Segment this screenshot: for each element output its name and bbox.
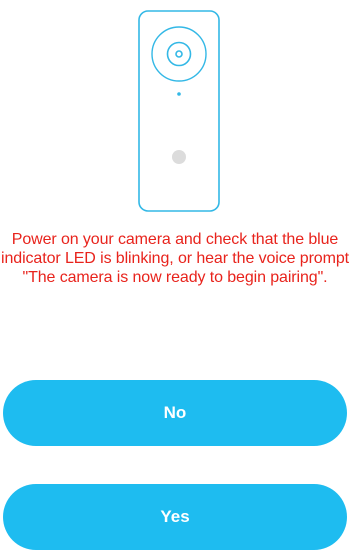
camera-button-dot [172,150,186,164]
indicator-led-dot [177,92,181,96]
camera-lens-center [175,50,183,58]
pairing-instruction-text: Power on your camera and check that the … [1,231,349,286]
camera-body [138,10,220,212]
camera-lens-middle-ring [166,41,192,67]
camera-illustration-icon [138,10,220,212]
camera-lens-outer-ring [151,26,207,82]
yes-button[interactable]: Yes [3,484,347,550]
no-button[interactable]: No [3,380,347,446]
